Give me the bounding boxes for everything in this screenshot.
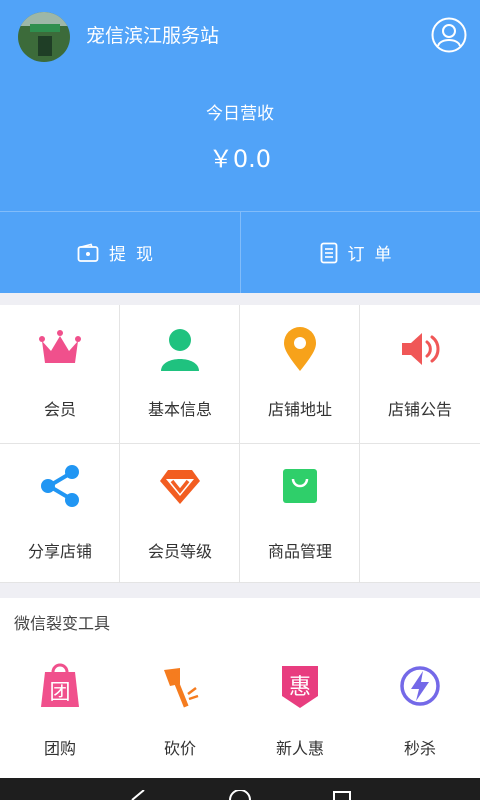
location-pin-icon <box>284 327 316 371</box>
recent-apps-icon[interactable] <box>332 790 352 800</box>
tool-label: 砍价 <box>163 739 196 758</box>
wallet-icon <box>77 243 99 262</box>
grid-item-shop-notice[interactable]: 店铺公告 <box>360 305 480 444</box>
tool-label: 新人惠 <box>275 739 324 758</box>
home-icon[interactable] <box>228 790 252 800</box>
back-icon[interactable] <box>128 790 148 800</box>
grid-item-basic-info[interactable]: 基本信息 <box>120 305 240 444</box>
revenue-value: ￥0.0 <box>208 145 272 173</box>
svg-text:团: 团 <box>50 680 71 704</box>
share-icon <box>41 465 79 507</box>
orders-label: 订单 <box>347 245 402 265</box>
grid-item-member-level[interactable]: 会员等级 <box>120 444 240 583</box>
grid-item-label: 店铺公告 <box>387 400 452 419</box>
withdraw-label: 提现 <box>109 245 163 265</box>
grid-item-label: 店铺地址 <box>267 400 332 419</box>
grid-item-label: 基本信息 <box>147 400 212 419</box>
order-list-icon <box>320 242 337 263</box>
tool-new-user-discount[interactable]: 惠 新人惠 <box>240 660 360 770</box>
grid-item-label: 分享店铺 <box>27 542 92 561</box>
grid-item-empty <box>360 444 480 583</box>
crown-icon <box>39 330 81 363</box>
lightning-icon <box>400 666 440 706</box>
shopping-bag-icon <box>283 469 317 503</box>
action-bar: 提现 订单 <box>0 211 480 293</box>
user-profile-icon[interactable] <box>431 17 467 53</box>
new-user-discount-icon: 惠 <box>282 666 318 708</box>
speaker-icon <box>402 333 440 365</box>
revenue-label: 今日营收 <box>206 104 274 124</box>
grid-item-label: 会员 <box>43 400 76 419</box>
tool-bargain[interactable]: 砍价 <box>120 660 240 770</box>
group-buy-icon: 团 <box>41 663 79 707</box>
section-title: 微信裂变工具 <box>14 614 111 633</box>
wechat-tools-section: 微信裂变工具 团 团购 砍价 惠 新人惠 秒杀 <box>0 598 480 778</box>
tool-group-buy[interactable]: 团 团购 <box>0 660 120 770</box>
grid-item-label: 商品管理 <box>267 542 332 561</box>
orders-button[interactable]: 订单 <box>240 212 480 293</box>
grid-item-product-management[interactable]: 商品管理 <box>240 444 360 583</box>
person-icon <box>161 329 199 371</box>
system-nav-bar <box>0 778 480 800</box>
shop-avatar[interactable] <box>18 12 70 62</box>
tool-flash-sale[interactable]: 秒杀 <box>360 660 480 770</box>
grid-item-share-shop[interactable]: 分享店铺 <box>0 444 120 583</box>
tool-label: 秒杀 <box>403 739 436 758</box>
gem-v-icon <box>160 470 200 504</box>
shop-name: 宠信滨江服务站 <box>86 25 220 47</box>
svg-text:惠: 惠 <box>289 675 311 700</box>
grid-item-label: 会员等级 <box>147 542 212 561</box>
grid-item-member[interactable]: 会员 <box>0 305 120 444</box>
header: 宠信滨江服务站 今日营收 ￥0.0 提现 订单 <box>0 0 480 293</box>
grid-item-shop-address[interactable]: 店铺地址 <box>240 305 360 444</box>
function-grid: 会员 基本信息 店铺地址 店铺公告 分享店铺 会员等级 商品管理 <box>0 305 480 583</box>
tool-label: 团购 <box>43 739 76 758</box>
axe-icon <box>164 668 199 708</box>
withdraw-button[interactable]: 提现 <box>0 212 240 293</box>
